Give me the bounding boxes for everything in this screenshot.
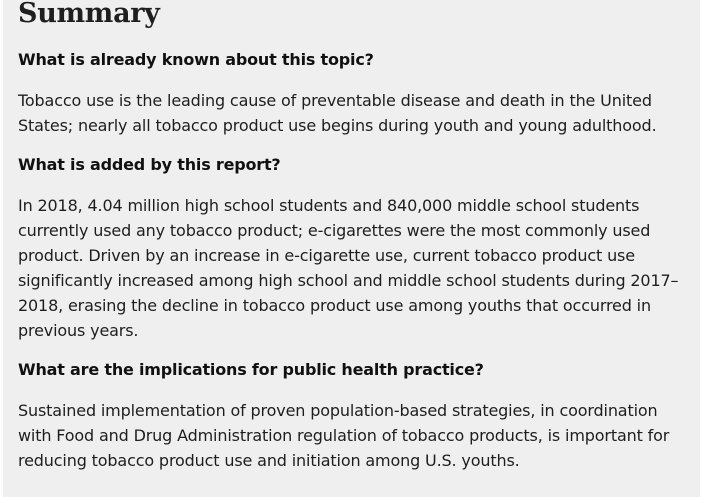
summary-box: Summary What is already known about this… xyxy=(3,0,700,497)
question-added-by-report: What is added by this report? xyxy=(18,155,281,174)
answer-already-known: Tobacco use is the leading cause of prev… xyxy=(18,91,657,135)
summary-title: Summary xyxy=(18,0,160,29)
answer-added-by-report: In 2018, 4.04 million high school studen… xyxy=(18,196,679,340)
question-already-known: What is already known about this topic? xyxy=(18,50,374,69)
answer-implications: Sustained implementation of proven popul… xyxy=(18,401,670,470)
question-implications: What are the implications for public hea… xyxy=(18,360,484,379)
